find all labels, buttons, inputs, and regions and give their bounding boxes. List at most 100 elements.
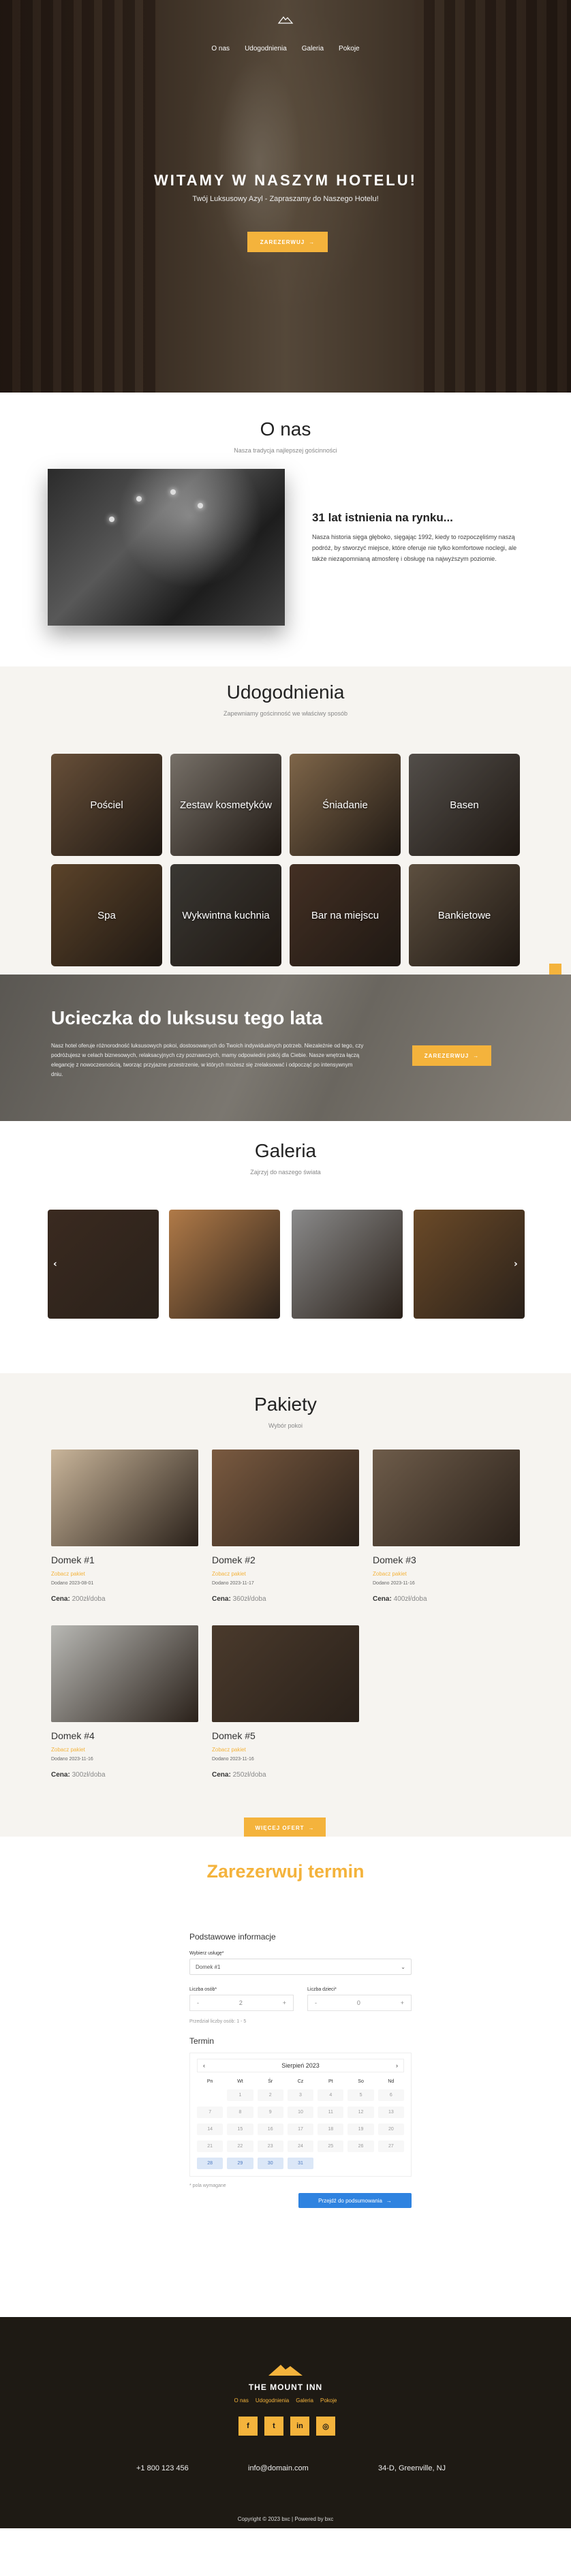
footer-link-onas[interactable]: O nas	[234, 2397, 249, 2404]
calendar-day[interactable]: 9	[257, 2106, 283, 2118]
minus-icon[interactable]: -	[315, 1999, 317, 2006]
chevron-right-icon[interactable]: ›	[396, 2062, 398, 2069]
hero-book-button[interactable]: ZAREZERWUJ →	[247, 232, 328, 252]
calendar-day[interactable]: 20	[377, 2123, 404, 2135]
package-image[interactable]	[212, 1450, 359, 1546]
footer-link-udogodnienia[interactable]: Udogodnienia	[256, 2397, 289, 2404]
package-card[interactable]: Domek #3 Zobacz pakiet Dodano 2023-11-16…	[373, 1450, 520, 1603]
amenity-card[interactable]: Wykwintna kuchnia	[170, 864, 281, 966]
linkedin-icon[interactable]: in	[290, 2417, 309, 2436]
twitter-icon[interactable]: t	[264, 2417, 283, 2436]
facebook-icon[interactable]: f	[238, 2417, 258, 2436]
footer-email[interactable]: info@domain.com	[248, 2464, 309, 2472]
minus-icon[interactable]: -	[197, 1999, 199, 2006]
instagram-icon[interactable]: ◎	[316, 2417, 335, 2436]
calendar-day[interactable]: 28	[197, 2158, 223, 2169]
package-image[interactable]	[51, 1625, 198, 1722]
package-name[interactable]: Domek #2	[212, 1554, 359, 1565]
package-card[interactable]: Domek #4 Zobacz pakiet Dodano 2023-11-16…	[51, 1625, 198, 1779]
calendar-day[interactable]: 5	[348, 2089, 374, 2101]
gallery-image[interactable]	[414, 1210, 525, 1319]
amenity-label: Basen	[450, 799, 479, 811]
booking-section: Zarezerwuj termin Podstawowe informacje …	[0, 1837, 571, 2317]
calendar-day[interactable]: 31	[287, 2158, 314, 2169]
calendar-day[interactable]: 23	[257, 2141, 283, 2152]
plus-icon[interactable]: +	[283, 1999, 286, 2006]
package-link[interactable]: Zobacz pakiet	[373, 1571, 520, 1577]
gallery-image[interactable]	[169, 1210, 280, 1319]
footer-phone[interactable]: +1 800 123 456	[136, 2464, 189, 2472]
amenity-card[interactable]: Spa	[51, 864, 162, 966]
package-link[interactable]: Zobacz pakiet	[51, 1571, 198, 1577]
calendar-day[interactable]: 19	[348, 2123, 374, 2135]
adults-label: Liczba osób*	[189, 1987, 217, 1992]
calendar-day[interactable]: 12	[348, 2106, 374, 2118]
galeria-title: Galeria	[254, 1140, 317, 1161]
gallery-image[interactable]	[292, 1210, 403, 1319]
plus-icon[interactable]: +	[401, 1999, 404, 2006]
nav-link-pokoje[interactable]: Pokoje	[339, 45, 360, 52]
summary-button[interactable]: Przejdź do podsumowania →	[298, 2193, 412, 2208]
package-image[interactable]	[373, 1450, 520, 1546]
calendar-day[interactable]: 18	[318, 2123, 344, 2135]
calendar-day[interactable]: 13	[377, 2106, 404, 2118]
package-name[interactable]: Domek #3	[373, 1554, 520, 1565]
package-image[interactable]	[212, 1625, 359, 1722]
calendar-day[interactable]: 8	[227, 2106, 253, 2118]
mountain-logo-icon[interactable]	[264, 2362, 307, 2377]
calendar-day[interactable]: 3	[287, 2089, 314, 2101]
more-offers-button[interactable]: WIĘCEJ OFERT →	[244, 1818, 326, 1838]
calendar-day[interactable]: 22	[227, 2141, 253, 2152]
calendar-day[interactable]: 24	[287, 2141, 314, 2152]
amenity-card[interactable]: Bankietowe	[409, 864, 520, 966]
amenity-card[interactable]: Pościel	[51, 754, 162, 856]
amenity-card[interactable]: Śniadanie	[290, 754, 401, 856]
package-name[interactable]: Domek #5	[212, 1730, 359, 1741]
calendar-day[interactable]: 4	[318, 2089, 344, 2101]
calendar-day[interactable]: 11	[318, 2106, 344, 2118]
logo-icon[interactable]	[277, 14, 294, 26]
footer-link-galeria[interactable]: Galeria	[296, 2397, 313, 2404]
gallery-image[interactable]	[48, 1210, 159, 1319]
package-name[interactable]: Domek #4	[51, 1730, 198, 1741]
calendar-day[interactable]: 10	[287, 2106, 314, 2118]
amenity-card[interactable]: Bar na miejscu	[290, 864, 401, 966]
calendar-day[interactable]: 2	[257, 2089, 283, 2101]
package-image[interactable]	[51, 1450, 198, 1546]
package-link[interactable]: Zobacz pakiet	[212, 1747, 359, 1753]
calendar-day[interactable]: 16	[257, 2123, 283, 2135]
promo-title: Ucieczka do luksusu tego lata	[51, 1007, 323, 1028]
chevron-right-icon[interactable]: ›	[514, 1259, 518, 1270]
package-name[interactable]: Domek #1	[51, 1554, 198, 1565]
calendar-day[interactable]: 15	[227, 2123, 253, 2135]
package-card[interactable]: Domek #1 Zobacz pakiet Dodano 2023-08-01…	[51, 1450, 198, 1603]
package-card[interactable]: Domek #2 Zobacz pakiet Dodano 2023-11-17…	[212, 1450, 359, 1603]
calendar-day[interactable]: 27	[377, 2141, 404, 2152]
adults-stepper[interactable]: - 2 +	[189, 1995, 294, 2011]
nav-link-udogodnienia[interactable]: Udogodnienia	[245, 45, 287, 52]
calendar-day[interactable]: 26	[348, 2141, 374, 2152]
package-link[interactable]: Zobacz pakiet	[212, 1571, 359, 1577]
calendar-day[interactable]: 1	[227, 2089, 253, 2101]
calendar-day[interactable]: 29	[227, 2158, 253, 2169]
service-select[interactable]: Domek #1 ⌄	[189, 1959, 412, 1975]
chevron-left-icon[interactable]: ‹	[53, 1259, 57, 1270]
calendar-day[interactable]: 17	[287, 2123, 314, 2135]
kids-stepper[interactable]: - 0 +	[307, 1995, 412, 2011]
nav-link-onas[interactable]: O nas	[211, 45, 230, 52]
calendar-day[interactable]: 7	[197, 2106, 223, 2118]
calendar-day[interactable]: 30	[257, 2158, 283, 2169]
promo-book-button[interactable]: ZAREZERWUJ →	[412, 1045, 491, 1066]
chevron-left-icon[interactable]: ‹	[203, 2062, 205, 2069]
calendar-day[interactable]: 21	[197, 2141, 223, 2152]
amenity-card[interactable]: Basen	[409, 754, 520, 856]
calendar-day[interactable]: 14	[197, 2123, 223, 2135]
calendar-day[interactable]: 25	[318, 2141, 344, 2152]
calendar-day[interactable]: 6	[377, 2089, 404, 2101]
nav-link-galeria[interactable]: Galeria	[302, 45, 324, 52]
footer-nav: O nas Udogodnienia Galeria Pokoje	[0, 2397, 571, 2404]
amenity-card[interactable]: Zestaw kosmetyków	[170, 754, 281, 856]
footer-link-pokoje[interactable]: Pokoje	[320, 2397, 337, 2404]
package-link[interactable]: Zobacz pakiet	[51, 1747, 198, 1753]
package-card[interactable]: Domek #5 Zobacz pakiet Dodano 2023-11-16…	[212, 1625, 359, 1779]
